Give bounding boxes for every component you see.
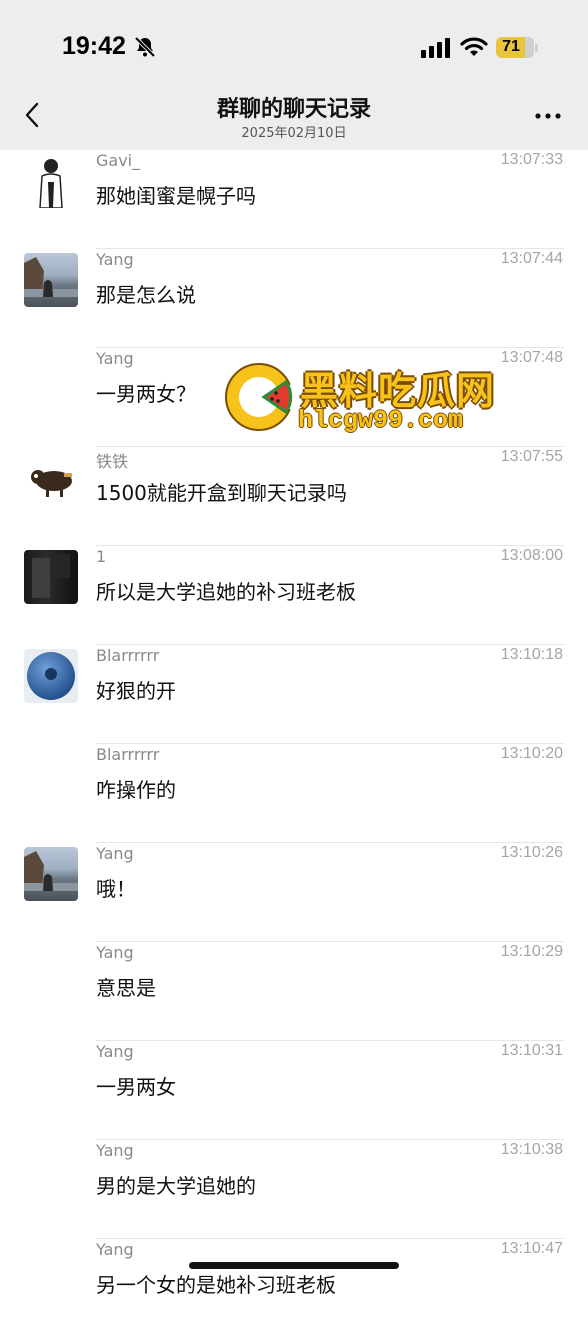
sender-name: Yang (96, 943, 134, 962)
sender-name: 铁铁 (96, 452, 129, 471)
message-text: 所以是大学追她的补习班老板 (96, 580, 356, 604)
message-time: 13:07:55 (500, 448, 563, 465)
message-time: 13:10:18 (500, 646, 563, 663)
message-row[interactable]: 铁铁 13:07:55 1500就能开盒到聊天记录吗 (0, 447, 588, 546)
message-time: 13:10:38 (500, 1141, 563, 1158)
message-time: 13:10:20 (500, 745, 563, 762)
watermark-url: hlcgw99.com (298, 406, 464, 435)
message-text: 意思是 (96, 976, 156, 1000)
message-row[interactable]: 1 13:08:00 所以是大学追她的补习班老板 (0, 546, 588, 645)
message-row[interactable]: Yang 13:10:31 一男两女 (0, 1041, 588, 1140)
sender-name: Yang (96, 349, 134, 368)
message-row[interactable]: Yang 13:10:26 哦！ (0, 843, 588, 942)
sender-name: Gavi_ (96, 151, 141, 170)
bell-muted-icon (134, 36, 156, 58)
message-text: 那是怎么说 (96, 283, 196, 307)
message-text: 好狠的开 (96, 679, 176, 703)
message-text: 男的是大学追她的 (96, 1174, 256, 1198)
message-text: 哦！ (96, 877, 136, 901)
message-row[interactable]: Yang 13:07:44 那是怎么说 (0, 249, 588, 348)
battery-icon: 71 (496, 37, 534, 58)
sender-name: Yang (96, 1240, 134, 1259)
home-indicator[interactable] (189, 1262, 399, 1269)
avatar[interactable] (24, 451, 78, 505)
avatar[interactable] (24, 649, 78, 703)
sender-name: 1 (96, 547, 107, 566)
sender-name: Yang (96, 250, 134, 269)
message-time: 13:10:47 (500, 1240, 563, 1257)
message-text: 一男两女 (96, 1075, 176, 1099)
message-text: 那她闺蜜是幌子吗 (96, 184, 256, 208)
message-time: 13:10:26 (500, 844, 563, 861)
avatar[interactable] (24, 550, 78, 604)
message-row[interactable]: Yang 13:10:38 男的是大学追她的 (0, 1140, 588, 1239)
avatar[interactable] (24, 154, 78, 208)
battery-level: 71 (502, 38, 520, 55)
watermark: 黑料吃瓜网 hlcgw99.com (222, 358, 522, 438)
sender-name: Yang (96, 1141, 134, 1160)
message-row[interactable]: Gavi_ 13:07:33 那她闺蜜是幌子吗 (0, 150, 588, 249)
sender-name: Blarrrrrr (96, 646, 160, 665)
message-time: 13:07:44 (500, 250, 563, 267)
message-text: 1500就能开盒到聊天记录吗 (96, 481, 347, 505)
message-time: 13:07:33 (500, 151, 563, 168)
message-text: 另一个女的是她补习班老板 (96, 1273, 336, 1297)
message-row[interactable]: Blarrrrrr 13:10:18 好狠的开 (0, 645, 588, 744)
status-time: 19:42 (62, 32, 126, 60)
page-title: 群聊的聊天记录 (216, 97, 371, 122)
avatar[interactable] (24, 253, 78, 307)
sender-name: Blarrrrrr (96, 745, 160, 764)
message-text: 咋操作的 (96, 778, 176, 802)
wifi-icon (460, 37, 488, 56)
message-row[interactable]: Blarrrrrr 13:10:20 咋操作的 (0, 744, 588, 843)
message-time: 13:10:31 (500, 1042, 563, 1059)
sender-name: Yang (96, 844, 134, 863)
page-date: 2025年02月10日 (241, 126, 347, 141)
message-row[interactable]: Yang 13:10:29 意思是 (0, 942, 588, 1041)
message-time: 13:08:00 (500, 547, 563, 564)
signal-icon (421, 38, 450, 58)
message-text: 一男两女？ (96, 382, 196, 406)
top-bar: 19:42 71 群聊的聊天记录 2025年02月10日 (0, 0, 588, 150)
avatar[interactable] (24, 847, 78, 901)
sender-name: Yang (96, 1042, 134, 1061)
watermelon-logo-icon (225, 363, 295, 431)
more-icon[interactable] (534, 112, 562, 120)
message-time: 13:10:29 (500, 943, 563, 960)
message-row[interactable]: Yang 13:10:47 另一个女的是她补习班老板 (0, 1239, 588, 1338)
